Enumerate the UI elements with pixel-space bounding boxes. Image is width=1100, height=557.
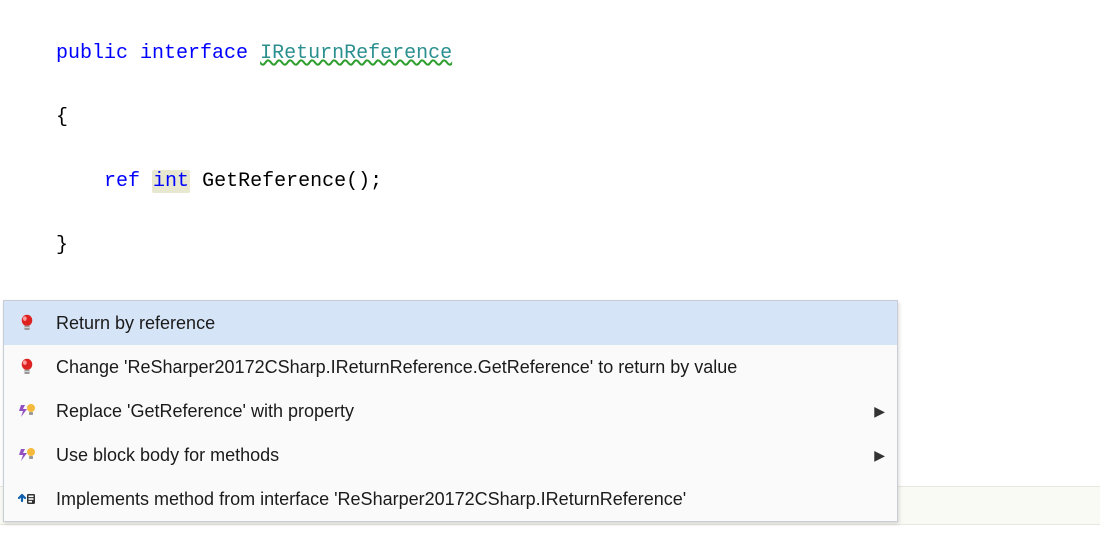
- chevron-right-icon: ▶: [874, 447, 885, 464]
- popup-item-label: Replace 'GetReference' with property: [56, 401, 856, 422]
- popup-item-label: Change 'ReSharper20172CSharp.IReturnRefe…: [56, 357, 885, 378]
- popup-item-change-return-by-value[interactable]: Change 'ReSharper20172CSharp.IReturnRefe…: [4, 345, 897, 389]
- chevron-right-icon: ▶: [874, 403, 885, 420]
- type-ireturnreference: IReturnReference: [260, 42, 452, 65]
- quick-actions-popup: Return by reference Change 'ReSharper201…: [3, 300, 898, 522]
- lightbulb-icon: [16, 356, 38, 378]
- code-line: {: [56, 102, 1100, 134]
- popup-item-return-by-reference[interactable]: Return by reference: [4, 301, 897, 345]
- method-name: GetReference: [202, 170, 346, 193]
- vs-bulb-icon: [16, 400, 38, 422]
- keyword-ref: ref: [104, 170, 140, 193]
- keyword-public: public: [56, 42, 128, 65]
- vs-bulb-icon: [16, 444, 38, 466]
- lightbulb-icon: [16, 312, 38, 334]
- implements-up-icon: [16, 488, 38, 510]
- popup-item-label: Use block body for methods: [56, 445, 856, 466]
- popup-item-label: Implements method from interface 'ReShar…: [56, 489, 885, 510]
- code-line: public interface IReturnReference: [56, 38, 1100, 70]
- code-line: }: [56, 230, 1100, 262]
- popup-item-implements-method[interactable]: Implements method from interface 'ReShar…: [4, 477, 897, 521]
- keyword-interface: interface: [140, 42, 248, 65]
- popup-item-use-block-body[interactable]: Use block body for methods ▶: [4, 433, 897, 477]
- popup-item-replace-with-property[interactable]: Replace 'GetReference' with property ▶: [4, 389, 897, 433]
- keyword-int: int: [152, 170, 190, 193]
- popup-item-label: Return by reference: [56, 313, 885, 334]
- code-line: ref int GetReference();: [56, 166, 1100, 198]
